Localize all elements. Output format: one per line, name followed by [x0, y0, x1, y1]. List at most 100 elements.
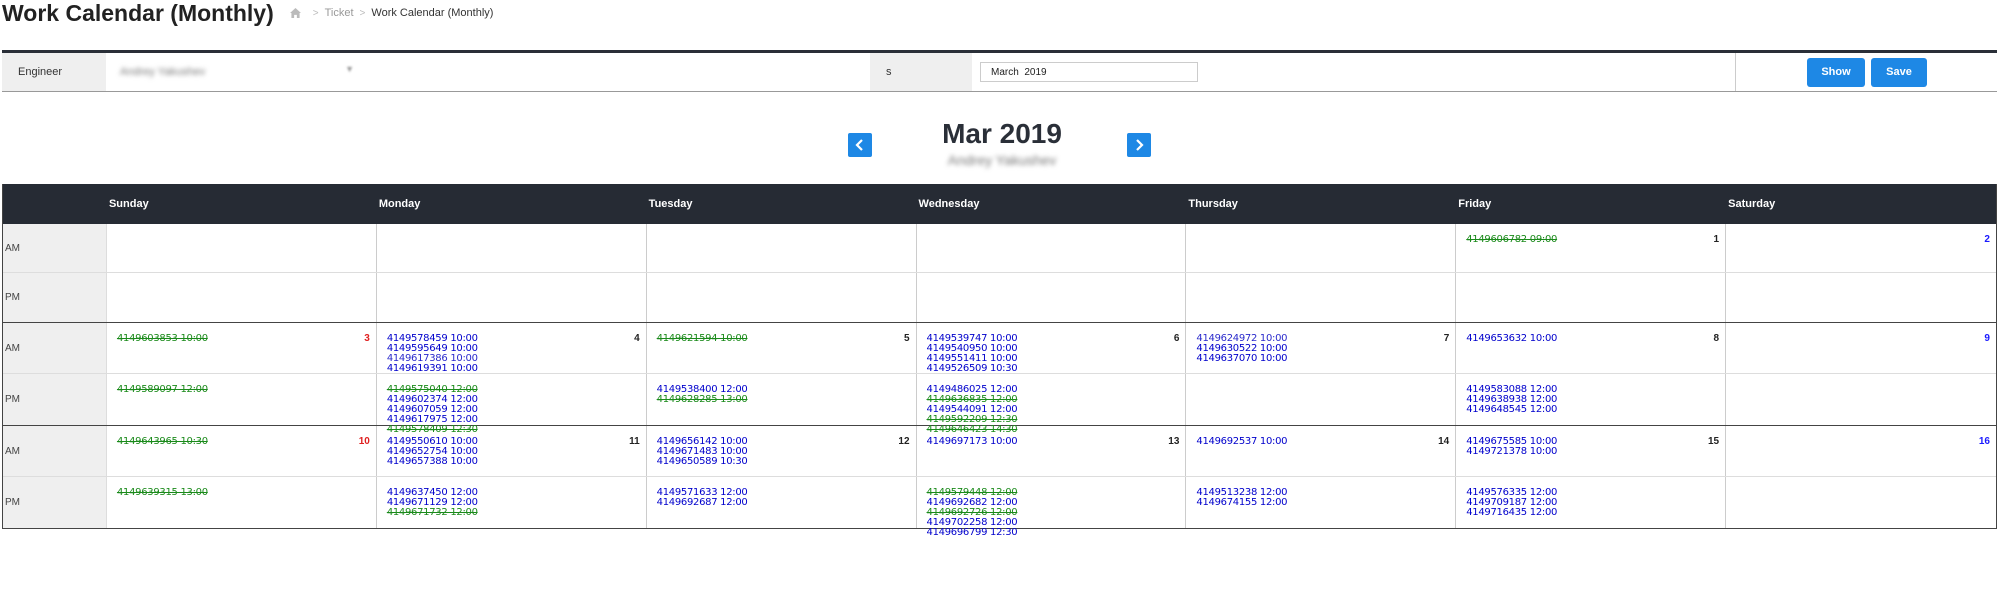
- ticket-entry[interactable]: 4149674155 12:00: [1196, 498, 1455, 508]
- day-cell-pm[interactable]: [1186, 374, 1457, 425]
- ticket-entry[interactable]: 4149628285 13:00: [657, 395, 916, 405]
- day-number: 11: [629, 436, 640, 447]
- chevron-right-icon: [1136, 139, 1144, 151]
- day-cell-am[interactable]: 10 4149643965 10:30: [107, 426, 377, 476]
- day-cell-pm[interactable]: [647, 273, 917, 322]
- day-cell-am[interactable]: 5 4149621594 10:00: [647, 323, 917, 373]
- day-cell-am[interactable]: 3 4149603853 10:00: [107, 323, 377, 373]
- engineer-label: Engineer: [2, 53, 106, 91]
- ticket-entry[interactable]: 4149657388 10:00: [387, 457, 646, 467]
- day-cell-pm[interactable]: [1456, 273, 1727, 322]
- day-cell-pm[interactable]: [1186, 273, 1457, 322]
- ticket-entry[interactable]: 4149716435 12:00: [1466, 508, 1725, 518]
- day-cell-am[interactable]: [377, 224, 647, 272]
- day-cell-pm[interactable]: [107, 273, 377, 322]
- ticket-entry[interactable]: 4149619391 10:00: [387, 364, 646, 374]
- save-button[interactable]: Save: [1871, 57, 1927, 87]
- month-input[interactable]: [980, 62, 1198, 82]
- day-cell-pm[interactable]: [377, 273, 647, 322]
- breadcrumb-separator: >: [359, 7, 366, 19]
- ticket-entry[interactable]: 4149603853 10:00: [117, 334, 376, 344]
- day-cell-pm[interactable]: 4149639315 13:00: [107, 477, 377, 528]
- day-cell-am[interactable]: 16: [1726, 426, 1996, 476]
- day-cell-am[interactable]: 13 4149697173 10:00: [917, 426, 1187, 476]
- day-cell-pm[interactable]: 4149513238 12:00 4149674155 12:00: [1186, 477, 1457, 528]
- day-number: 12: [898, 436, 910, 447]
- month-label: s: [870, 53, 972, 91]
- calendar-grid: Sunday Monday Tuesday Wednesday Thursday Frid…: [2, 184, 1997, 538]
- filter-bar: Engineer Andrey Yakushev ▼ s Show Save: [2, 50, 1997, 92]
- ticket-entry[interactable]: 4149643965 10:30: [117, 437, 376, 447]
- ticket-entry[interactable]: 4149648545 12:00: [1466, 405, 1725, 415]
- day-number: 9: [1984, 333, 1990, 344]
- day-cell-am[interactable]: 9: [1726, 323, 1996, 373]
- slot-label-pm: PM: [3, 374, 107, 425]
- calendar-row-am: AM 3 4149603853 10:00 4 4149578459 10:00 4149…: [3, 323, 1996, 374]
- ticket-entry[interactable]: 4149589097 12:00: [117, 385, 376, 395]
- day-cell-am[interactable]: 8 4149653632 10:00: [1456, 323, 1727, 373]
- day-header-friday: Friday: [1458, 198, 1492, 210]
- day-cell-pm[interactable]: 4149579448 12:00 4149692682 12:00 41496927…: [917, 477, 1187, 538]
- day-cell-am[interactable]: 2: [1726, 224, 1996, 272]
- ticket-entry[interactable]: 4149650589 10:30: [657, 457, 916, 467]
- day-cell-am[interactable]: 12 4149656142 10:00 4149671483 10:00 414965…: [647, 426, 917, 476]
- day-cell-pm[interactable]: 4149583088 12:00 4149638938 12:00 41496485…: [1456, 374, 1727, 425]
- ticket-entry[interactable]: 4149721378 10:00: [1466, 447, 1725, 457]
- day-cell-am[interactable]: 15 4149675585 10:00 4149721378 10:00: [1456, 426, 1727, 476]
- breadcrumb-ticket[interactable]: Ticket: [325, 7, 354, 19]
- day-number: 10: [358, 436, 370, 447]
- day-cell-am[interactable]: [1186, 224, 1457, 272]
- day-number: 8: [1713, 333, 1720, 344]
- day-cell-am[interactable]: [647, 224, 917, 272]
- day-cell-pm[interactable]: 4149589097 12:00: [107, 374, 377, 425]
- ticket-entry[interactable]: 4149621594 10:00: [657, 334, 916, 344]
- day-cell-pm[interactable]: 4149576335 12:00 4149709187 12:00 41497164…: [1456, 477, 1727, 528]
- day-number: 6: [1173, 333, 1180, 344]
- ticket-entry[interactable]: 4149606782 09:00: [1466, 235, 1725, 245]
- day-cell-am[interactable]: 11 4149550610 10:00 4149652754 10:00 414965…: [377, 426, 647, 476]
- day-cell-pm[interactable]: 4149571633 12:00 4149692687 12:00: [647, 477, 917, 528]
- day-cell-pm[interactable]: 4149486025 12:00 4149636835 12:00 41495440…: [917, 374, 1187, 435]
- day-cell-am[interactable]: [917, 224, 1187, 272]
- ticket-entry[interactable]: 4149692687 12:00: [657, 498, 916, 508]
- day-number: 2: [1984, 234, 1990, 245]
- day-cell-pm[interactable]: 4149575040 12:00 4149602374 12:00 41496070…: [377, 374, 647, 435]
- ticket-entry[interactable]: 4149692537 10:00: [1196, 437, 1455, 447]
- engineer-select-value: Andrey Yakushev: [120, 66, 206, 78]
- next-month-button[interactable]: [1127, 133, 1151, 157]
- day-cell-am[interactable]: [107, 224, 377, 272]
- day-cell-am[interactable]: 6 4149539747 10:00 4149540950 10:00 4149551…: [917, 323, 1187, 374]
- calendar-header: Sunday Monday Tuesday Wednesday Thursday Frid…: [3, 184, 1996, 224]
- month-navigation: Mar 2019 Andrey Yakushev: [0, 118, 2000, 178]
- ticket-entry[interactable]: 4149639315 13:00: [117, 488, 376, 498]
- day-cell-pm[interactable]: 4149637450 12:00 4149671129 12:00 41496717…: [377, 477, 647, 528]
- ticket-entry[interactable]: 4149696799 12:30: [927, 528, 1186, 538]
- day-cell-am[interactable]: 1 4149606782 09:00: [1456, 224, 1727, 272]
- day-cell-pm[interactable]: [1726, 273, 1996, 322]
- show-button[interactable]: Show: [1807, 57, 1865, 87]
- day-cell-pm[interactable]: [1726, 374, 1996, 425]
- day-cell-am[interactable]: 7 4149624972 10:00 4149630522 10:00 4149637…: [1186, 323, 1457, 373]
- day-cell-am[interactable]: 4 4149578459 10:00 4149595649 10:00 4149617…: [377, 323, 647, 374]
- home-icon[interactable]: [289, 8, 301, 18]
- day-cell-pm[interactable]: 4149538400 12:00 4149628285 13:00: [647, 374, 917, 425]
- month-field-cell: [972, 53, 1736, 91]
- filter-spacer: [376, 53, 870, 91]
- day-number: 14: [1438, 436, 1450, 447]
- day-header-saturday: Saturday: [1728, 198, 1776, 210]
- ticket-entry[interactable]: 4149671732 12:00: [387, 508, 646, 518]
- ticket-entry[interactable]: 4149526509 10:30: [927, 364, 1186, 374]
- chevron-left-icon: [855, 139, 863, 151]
- ticket-entry[interactable]: 4149653632 10:00: [1466, 334, 1725, 344]
- day-cell-pm[interactable]: [1726, 477, 1996, 528]
- day-number: 13: [1168, 436, 1180, 447]
- engineer-select[interactable]: Andrey Yakushev ▼: [106, 53, 376, 91]
- action-buttons: Show Save: [1736, 53, 1997, 91]
- slot-label-pm: PM: [3, 273, 107, 322]
- ticket-entry[interactable]: 4149697173 10:00: [927, 437, 1186, 447]
- calendar-row-pm: PM: [3, 273, 1996, 322]
- day-cell-pm[interactable]: [917, 273, 1187, 322]
- prev-month-button[interactable]: [848, 133, 872, 157]
- ticket-entry[interactable]: 4149637070 10:00: [1196, 354, 1455, 364]
- day-cell-am[interactable]: 14 4149692537 10:00: [1186, 426, 1457, 476]
